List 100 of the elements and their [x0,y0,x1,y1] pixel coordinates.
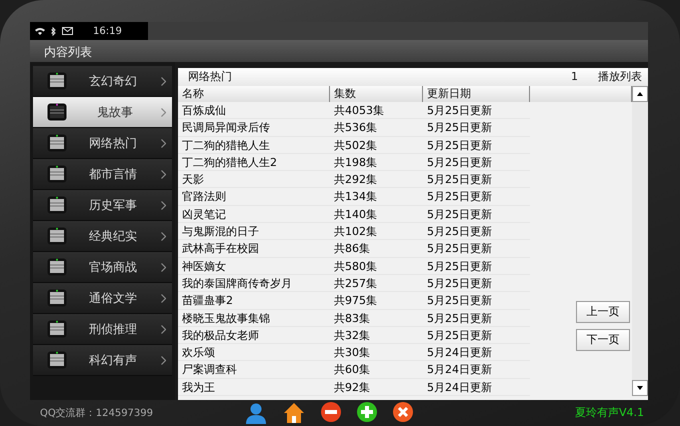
table-cell: 武林高手在校园 [178,240,330,258]
sidebar-item[interactable]: 历史军事 [33,190,172,221]
table-cell: 共102集 [330,223,423,240]
table-cell: 共86集 [330,240,423,258]
page-number: 1 [571,68,578,85]
table-cell: 共92集 [330,378,423,396]
table-cell: 5月24日更新 [423,361,530,379]
table-cell: 我为王 [178,378,330,396]
table-cell: 5月24日更新 [423,378,530,396]
table-cell: 共30集 [330,344,423,362]
mail-icon [62,27,73,35]
sidebar-item[interactable]: 鬼故事 [33,97,172,128]
list-title: 网络热门 [188,68,233,85]
table-cell: 凶灵笔记 [178,206,330,224]
table-cell: 5月25日更新 [423,292,530,310]
sidebar-item[interactable]: 玄幻奇幻 [33,66,172,97]
version-text: 夏玲有声V4.1 [574,404,644,421]
table-cell: 尸案调查科 [178,361,330,379]
table-cell: 5月25日更新 [423,119,530,137]
user-icon[interactable] [245,402,267,424]
table-cell: 共536集 [330,119,423,137]
column-header[interactable]: 名称 [178,86,330,102]
minus-icon[interactable] [321,402,341,422]
tablet-icon [47,289,67,307]
chevron-icon [161,76,166,86]
sidebar-item[interactable]: 网络热门 [33,128,172,159]
table-cell: 共257集 [330,274,423,292]
tablet-icon [47,134,67,152]
table-cell: 丁二狗的猎艳人生2 [178,154,330,172]
tablet-icon [47,258,67,276]
chevron-icon [161,108,166,116]
table-cell: 5月25日更新 [423,136,530,154]
chevron-icon [161,262,166,272]
table-cell: 5月25日更新 [423,188,530,206]
scroll-down-icon[interactable] [632,380,648,396]
table-cell: 5月25日更新 [423,206,530,224]
table-cell: 神医嫡女 [178,258,330,275]
chevron-icon [161,324,166,334]
table-cell: 5月25日更新 [423,223,530,240]
table-cell: 我的泰国牌商传奇岁月 [178,274,330,292]
sidebar-item[interactable]: 刑侦推理 [33,314,172,345]
table-cell: 欢乐颂 [178,344,330,362]
table-cell: 民调局异闻录后传 [178,119,330,137]
page-button[interactable]: 下一页 [576,329,630,351]
table-cell: 5月25日更新 [423,240,530,258]
column-header[interactable]: 集数 [330,86,423,102]
tablet-icon [47,196,67,214]
table-cell: 百炼成仙 [178,102,330,120]
table-cell: 5月25日更新 [423,326,530,344]
chevron-icon [161,294,166,302]
table-cell: 共83集 [330,310,423,327]
table-cell: 5月25日更新 [423,154,530,172]
chevron-icon [161,232,166,240]
table-cell: 与鬼厮混的日子 [178,223,330,240]
tablet-icon [47,103,67,121]
sidebar-item[interactable]: 科幻有声 [33,345,172,376]
table-cell: 5月25日更新 [423,171,530,188]
column-header[interactable]: 更新日期 [423,86,530,102]
table-cell: 楼晓玉鬼故事集锦 [178,310,330,327]
tablet-icon [47,351,67,369]
wifi-icon [35,27,45,35]
table-cell: 5月25日更新 [423,258,530,275]
table-cell: 5月24日更新 [423,344,530,362]
sidebar-item[interactable]: 通俗文学 [33,283,172,314]
table-cell: 共198集 [330,154,423,172]
chevron-icon [161,138,166,148]
table-cell: 共4053集 [330,102,423,120]
table-cell: 5月25日更新 [423,274,530,292]
sidebar-item[interactable]: 官场商战 [33,252,172,283]
table-cell: 共580集 [330,258,423,275]
table-cell: 共140集 [330,206,423,224]
chevron-icon [161,170,166,178]
playlist-label[interactable]: 播放列表 [598,68,642,86]
page-button[interactable]: 上一页 [576,301,630,323]
tablet-icon [47,320,67,338]
table-cell: 官路法则 [178,188,330,206]
status-time: 16:19 [93,24,122,38]
table-cell: 共975集 [330,292,423,310]
table-cell: 共502集 [330,136,423,154]
window-title: 内容列表 [44,45,92,59]
table-cell: 共60集 [330,361,423,379]
qq-group-text: QQ交流群：124597399 [40,406,154,420]
table-cell: 5月25日更新 [423,310,530,327]
table-cell: 共134集 [330,188,423,206]
scrollbar[interactable] [632,86,648,396]
sidebar-item[interactable]: 都市言情 [33,159,172,190]
table-cell: 5月25日更新 [423,102,530,120]
table-cell: 共32集 [330,326,423,344]
tablet-icon [47,72,67,90]
bluetooth-icon [51,26,56,36]
home-icon[interactable] [283,402,305,424]
table-cell: 天影 [178,171,330,188]
chevron-icon [161,200,166,210]
table-cell: 丁二狗的猎艳人生 [178,136,330,154]
plus-icon[interactable] [357,402,377,422]
table-cell: 共292集 [330,171,423,188]
close-icon[interactable] [393,402,413,422]
scroll-up-icon[interactable] [632,86,648,102]
tablet-icon [47,165,67,183]
sidebar-item[interactable]: 经典纪实 [33,221,172,252]
